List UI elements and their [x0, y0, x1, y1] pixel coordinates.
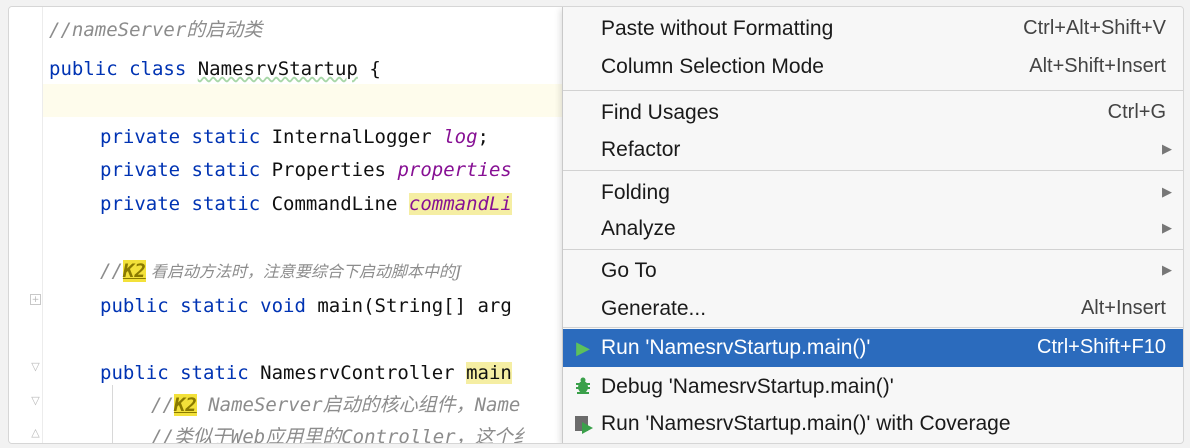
code-line: public static NamesrvController main [100, 362, 512, 384]
code-line: public static void main(String[] arg [100, 295, 512, 317]
menu-item-label: Run 'NamesrvStartup.main()' with Coverag… [601, 412, 1011, 435]
menu-item-shortcut: Ctrl+G [1107, 101, 1166, 123]
menu-item-go-to[interactable]: Go To ▶ [563, 252, 1183, 290]
menu-separator [563, 249, 1183, 250]
menu-item-label: Debug 'NamesrvStartup.main()' [601, 375, 894, 398]
menu-item-paste-without-formatting[interactable]: Paste without Formatting Ctrl+Alt+Shift+… [563, 10, 1183, 48]
menu-item-column-selection-mode[interactable]: Column Selection Mode Alt+Shift+Insert [563, 48, 1183, 86]
menu-item-label: Refactor [601, 138, 681, 161]
code-line: private static InternalLogger log; [100, 126, 489, 148]
menu-item-label: Folding [601, 181, 670, 204]
menu-item-label: Go To [601, 259, 657, 282]
menu-item-label: Run 'NamesrvStartup.main()' [601, 336, 871, 359]
menu-item-shortcut: Alt+Shift+Insert [1029, 55, 1166, 77]
submenu-arrow-icon: ▶ [1162, 184, 1172, 199]
menu-item-label: Generate... [601, 297, 707, 320]
menu-item-run-with-coverage[interactable]: Run 'NamesrvStartup.main()' with Coverag… [563, 405, 1183, 443]
submenu-arrow-icon: ▶ [1162, 141, 1172, 156]
menu-item-debug[interactable]: Debug 'NamesrvStartup.main()' [563, 368, 1183, 406]
menu-item-label: Analyze [601, 217, 676, 240]
code-line: //类似于Web应用里的Controller，这个纟 [151, 426, 532, 444]
menu-item-label: Column Selection Mode [601, 55, 824, 78]
menu-separator [563, 90, 1183, 91]
menu-item-refactor[interactable]: Refactor ▶ [563, 131, 1183, 169]
code-line: //K2 NameServer启动的核心组件，Name [151, 394, 521, 416]
code-line: //nameServer的启动类 [49, 19, 263, 41]
menu-item-label: Find Usages [601, 101, 719, 124]
menu-item-find-usages[interactable]: Find Usages Ctrl+G [563, 94, 1183, 132]
indent-guide [112, 385, 113, 443]
submenu-arrow-icon: ▶ [1162, 262, 1172, 277]
code-line: private static CommandLine commandLi [100, 193, 512, 215]
menu-item-run[interactable]: ▶ Run 'NamesrvStartup.main()' Ctrl+Shift… [563, 329, 1183, 367]
code-line: private static Properties properties [100, 159, 512, 181]
menu-item-shortcut: Ctrl+Shift+F10 [1037, 336, 1166, 358]
code-line: //K2 看启动方法时，注意要综合下启动脚本中的J [100, 260, 462, 282]
menu-item-folding[interactable]: Folding ▶ [563, 174, 1183, 212]
debug-icon [573, 376, 593, 398]
screenshot-frame: + ▽ ▽ △ //nameServer的启动类 public class Na… [8, 6, 1184, 444]
code-line: public class NamesrvStartup { [49, 58, 381, 80]
menu-item-analyze[interactable]: Analyze ▶ [563, 210, 1183, 248]
menu-item-shortcut: Alt+Insert [1080, 297, 1166, 319]
menu-separator [563, 170, 1183, 171]
menu-item-shortcut: Ctrl+Alt+Shift+V [1023, 17, 1166, 39]
menu-separator [563, 327, 1183, 328]
run-icon: ▶ [576, 338, 590, 358]
submenu-arrow-icon: ▶ [1162, 220, 1172, 235]
coverage-icon [573, 413, 593, 435]
menu-item-generate[interactable]: Generate... Alt+Insert [563, 290, 1183, 328]
menu-item-label: Paste without Formatting [601, 17, 834, 40]
context-menu: Paste without Formatting Ctrl+Alt+Shift+… [562, 7, 1183, 443]
